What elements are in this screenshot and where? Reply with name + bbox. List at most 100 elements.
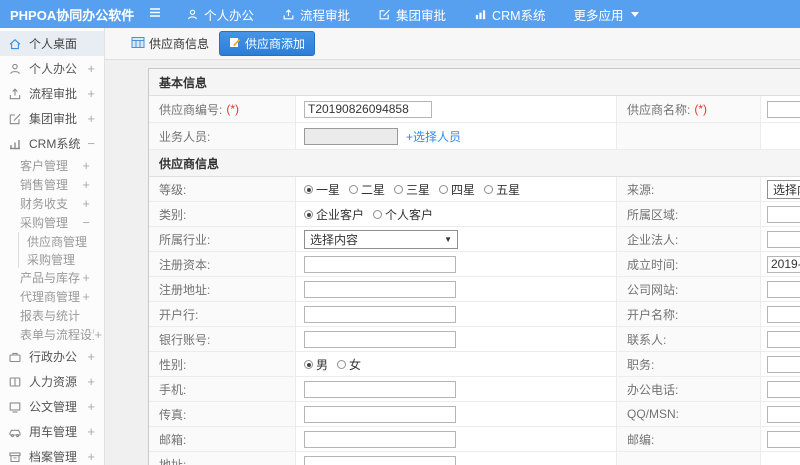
expand-indicator: − xyxy=(87,136,95,151)
radio-five-star[interactable]: 五星 xyxy=(484,181,520,198)
position-input[interactable] xyxy=(767,355,800,373)
radio-icon xyxy=(439,184,449,194)
nav-personal-office[interactable]: 个人办公 xyxy=(186,5,254,24)
sidebar-item-label: 产品与库存 xyxy=(20,271,81,285)
source-select[interactable]: 选择内容▼ xyxy=(767,179,800,199)
form-row: 等级: 一星 二星 三星 四星 五星 来源: 选择内容▼ xyxy=(149,177,800,202)
postcode-input[interactable] xyxy=(767,430,800,448)
document-icon xyxy=(8,400,23,414)
sidebar-item-product-inventory[interactable]: 产品与库存 + xyxy=(0,268,104,287)
field-label: 所属行业: xyxy=(149,227,296,251)
menu-toggle-button[interactable] xyxy=(148,6,162,22)
sidebar-item-label: 公文管理 xyxy=(29,400,78,414)
radio-three-star[interactable]: 三星 xyxy=(394,181,430,198)
expand-indicator: + xyxy=(87,374,95,389)
nav-group-approval[interactable]: 集团审批 xyxy=(378,5,446,24)
sidebar-item-finance[interactable]: 财务收支 + xyxy=(0,194,104,213)
radio-one-star[interactable]: 一星 xyxy=(304,181,340,198)
industry-select[interactable]: 选择内容 ▼ xyxy=(304,229,458,249)
radio-individual-customer[interactable]: 个人客户 xyxy=(373,206,433,223)
sidebar-item-crm-system[interactable]: CRM系统 − xyxy=(0,131,104,156)
sidebar-item-customer-mgmt[interactable]: 客户管理 + xyxy=(0,156,104,175)
sidebar-item-human-resources[interactable]: 人力资源 + xyxy=(0,369,104,394)
field-label: 供应商名称: (*) xyxy=(616,96,761,122)
radio-icon xyxy=(394,184,404,194)
main-area: 供应商信息 供应商添加 基本信息 供应商编号: (*) T20190826094… xyxy=(105,28,800,465)
account-name-input[interactable] xyxy=(767,305,800,323)
field-label: 办公电话: xyxy=(616,377,761,401)
sidebar-item-label: CRM系统 xyxy=(29,137,81,151)
sidebar-item-label: 客户管理 xyxy=(20,159,69,173)
email-input[interactable] xyxy=(304,430,456,448)
tab-bar: 供应商信息 供应商添加 xyxy=(105,28,800,60)
company-website-input[interactable] xyxy=(767,280,800,298)
form-row: 地址: xyxy=(149,452,800,465)
choose-person-link[interactable]: +选择人员 xyxy=(406,128,461,145)
contact-person-input[interactable] xyxy=(767,330,800,348)
fax-input[interactable] xyxy=(304,405,456,423)
level-radio-group: 一星 二星 三星 四星 五星 xyxy=(296,177,616,201)
address-input[interactable] xyxy=(304,455,456,465)
field-label: 邮编: xyxy=(616,427,761,451)
nav-label: CRM系统 xyxy=(492,8,546,23)
radio-icon xyxy=(304,209,313,219)
expand-indicator: + xyxy=(87,449,95,464)
nav-workflow-approval[interactable]: 流程审批 xyxy=(282,5,350,24)
sidebar-item-archive-mgmt[interactable]: 档案管理 + xyxy=(0,444,104,465)
established-date-input[interactable] xyxy=(767,255,800,273)
sidebar-item-purchasing[interactable]: 采购管理 xyxy=(18,250,104,268)
sidebar-item-personal-desktop[interactable]: 个人桌面 xyxy=(0,31,104,56)
supplier-name-input[interactable] xyxy=(767,100,800,118)
business-person-input[interactable] xyxy=(304,127,398,145)
sidebar-item-agent-mgmt[interactable]: 代理商管理 + xyxy=(0,287,104,306)
hamburger-icon xyxy=(148,6,162,22)
tab-supplier-add[interactable]: 供应商添加 xyxy=(219,31,316,56)
sidebar-item-vehicle-mgmt[interactable]: 用车管理 + xyxy=(0,419,104,444)
sidebar-item-label: 财务收支 xyxy=(20,197,69,211)
sidebar-item-personal-office[interactable]: 个人办公 + xyxy=(0,56,104,81)
form-row: 传真: QQ/MSN: xyxy=(149,402,800,427)
sidebar-item-purchase-mgmt[interactable]: 采购管理 − xyxy=(0,213,104,232)
form-row: 注册地址: 公司网站: xyxy=(149,277,800,302)
region-input[interactable] xyxy=(767,205,800,223)
bank-input[interactable] xyxy=(304,305,456,323)
sidebar-item-sales-mgmt[interactable]: 销售管理 + xyxy=(0,175,104,194)
field-label: 供应商编号: (*) xyxy=(149,96,296,122)
radio-four-star[interactable]: 四星 xyxy=(439,181,475,198)
nav-crm-system[interactable]: CRM系统 xyxy=(474,5,546,24)
tab-supplier-info[interactable]: 供应商信息 xyxy=(131,35,209,52)
legal-person-input[interactable] xyxy=(767,230,800,248)
office-phone-input[interactable] xyxy=(767,380,800,398)
radio-enterprise-customer[interactable]: 企业客户 xyxy=(304,206,364,223)
field-label: 性别: xyxy=(149,352,296,376)
radio-female[interactable]: 女 xyxy=(337,356,361,373)
sidebar-item-workflow-approval[interactable]: 流程审批 + xyxy=(0,81,104,106)
sidebar-item-reports-statistics[interactable]: 报表与统计 xyxy=(0,306,104,325)
nav-more-apps[interactable]: 更多应用 xyxy=(574,5,639,24)
sidebar-item-supplier-mgmt[interactable]: 供应商管理 xyxy=(18,232,104,250)
field-label: 成立时间: xyxy=(616,252,761,276)
pencil-note-icon xyxy=(229,36,241,51)
required-mark: (*) xyxy=(694,102,708,116)
form-row: 性别: 男 女 职务: xyxy=(149,352,800,377)
app-logo: PHPOA协同办公软件 xyxy=(10,7,135,23)
expand-indicator: + xyxy=(82,158,90,173)
bank-account-input[interactable] xyxy=(304,330,456,348)
edit-icon xyxy=(8,112,23,126)
sidebar-item-document-mgmt[interactable]: 公文管理 + xyxy=(0,394,104,419)
mobile-input[interactable] xyxy=(304,380,456,398)
field-label: 业务人员: xyxy=(149,123,296,149)
sidebar-item-label: 销售管理 xyxy=(20,178,69,192)
registered-capital-input[interactable] xyxy=(304,255,456,273)
registered-address-input[interactable] xyxy=(304,280,456,298)
sidebar-item-admin-office[interactable]: 行政办公 + xyxy=(0,344,104,369)
nav-label: 流程审批 xyxy=(300,8,351,23)
radio-two-star[interactable]: 二星 xyxy=(349,181,385,198)
supplier-code-input[interactable] xyxy=(304,100,432,118)
field-label: 注册资本: xyxy=(149,252,296,276)
sidebar-item-form-workflow-settings[interactable]: 表单与流程设置 + xyxy=(0,325,104,344)
radio-male[interactable]: 男 xyxy=(304,356,328,373)
qq-msn-input[interactable] xyxy=(767,405,800,423)
sidebar-item-label: 表单与流程设置 xyxy=(20,328,94,342)
sidebar-item-group-approval[interactable]: 集团审批 + xyxy=(0,106,104,131)
